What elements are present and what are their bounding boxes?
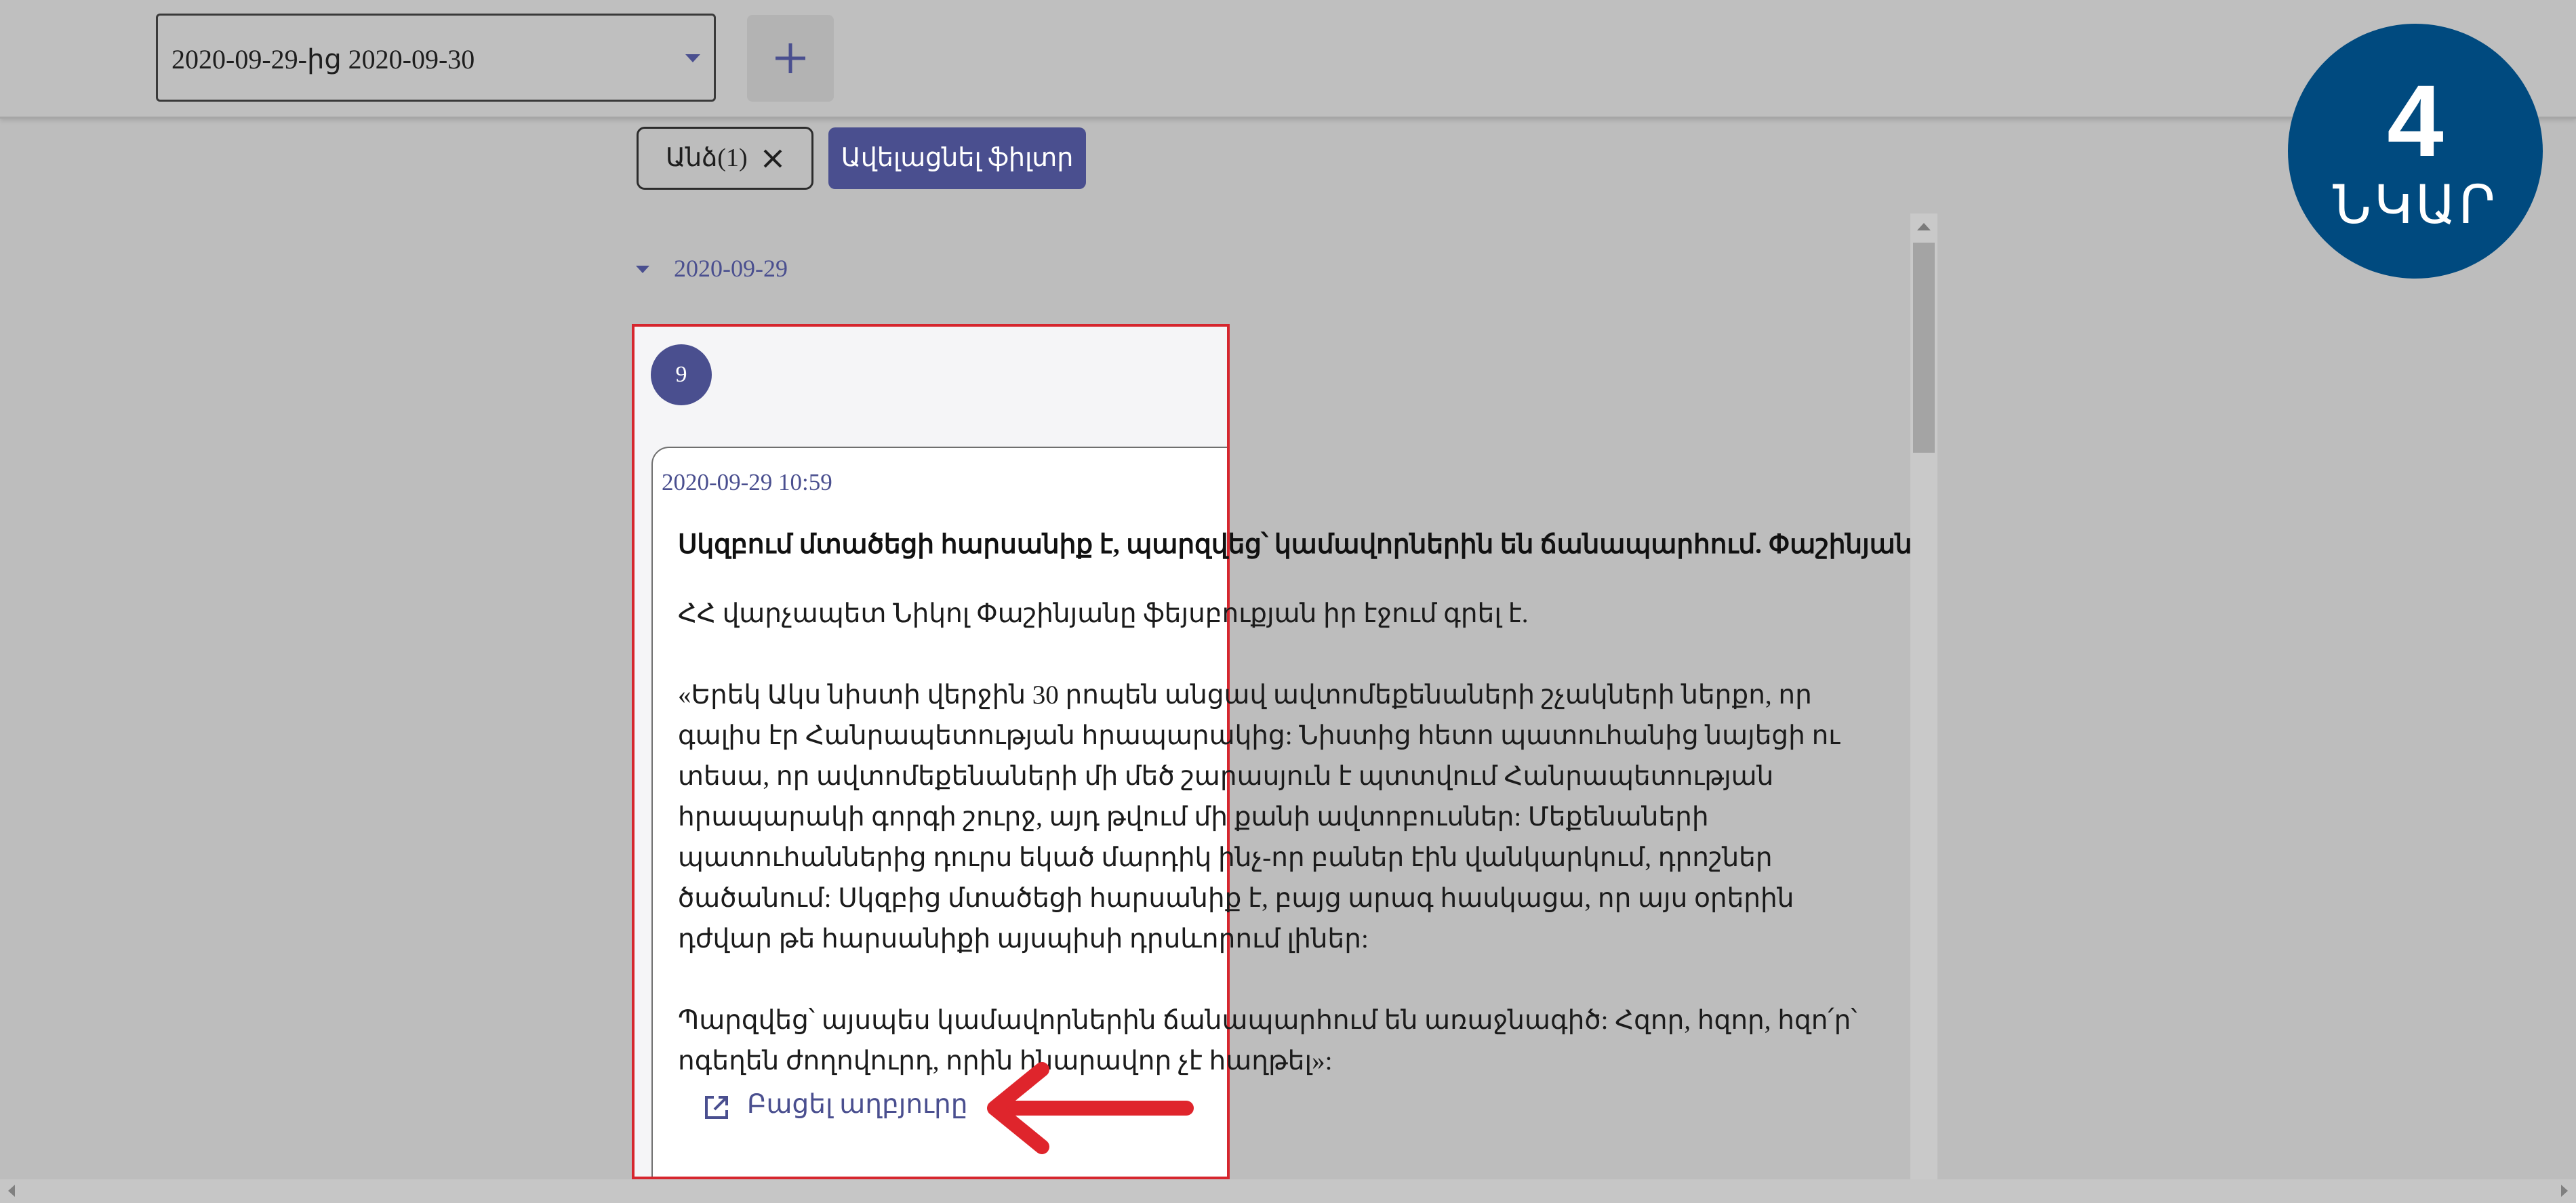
person-filter-chip[interactable]: Անձ(1) [637,127,813,190]
post-timestamp: 2020-09-29 10:59 [662,469,832,495]
post-paragraph: «Երեկ Ակս նիստի վերջին 30 րոպեն անցավ ավ… [678,680,1840,954]
add-button[interactable] [747,15,834,102]
item-count-badge: 9 [651,344,712,405]
date-range-value: 2020-09-29-ից 2020-09-30 [172,44,475,75]
scroll-left-icon[interactable] [8,1185,15,1197]
add-filter-button[interactable]: Ավելացնել ֆիլտր [828,127,1086,189]
step-number: 4 [2387,64,2444,178]
top-bar: 2020-09-29-ից 2020-09-30 [0,0,2576,119]
vertical-scrollbar[interactable] [1910,213,1937,1179]
step-label: ՆԿԱՐ [2333,175,2498,236]
step-badge: 4 ՆԿԱՐ [2288,24,2543,279]
external-link-icon [705,1096,728,1119]
group-date[interactable]: 2020-09-29 [674,254,788,283]
dropdown-arrow-icon[interactable] [685,54,700,62]
scroll-right-icon[interactable] [2561,1185,2568,1197]
horizontal-scrollbar[interactable] [0,1179,2576,1203]
close-icon[interactable] [761,147,784,170]
open-source-label: Բացել աղբյուրը [747,1090,968,1119]
scroll-thumb[interactable] [1913,243,1935,453]
chip-label: Անձ(1) [666,144,748,172]
post-paragraph: Պարզվեց՝ այսպես կամավորներին ճանապարհում… [678,1006,1857,1076]
collapse-arrow-icon[interactable] [636,266,649,273]
scroll-up-icon[interactable] [1917,223,1931,230]
post-body: ՀՀ վարչապետ Նիկոլ Փաշինյանը ֆեյսբուքյան … [678,594,1878,1082]
post-title: Սկզբում մտածեցի հարսանիք է, պարզվեց՝ կամ… [678,530,1912,559]
pointer-arrow-icon [987,1062,1194,1154]
post-paragraph: ՀՀ վարչապետ Նիկոլ Փաշինյանը ֆեյսբուքյան … [678,599,1529,628]
date-range-select[interactable]: 2020-09-29-ից 2020-09-30 [156,14,716,102]
plus-icon [776,43,805,73]
